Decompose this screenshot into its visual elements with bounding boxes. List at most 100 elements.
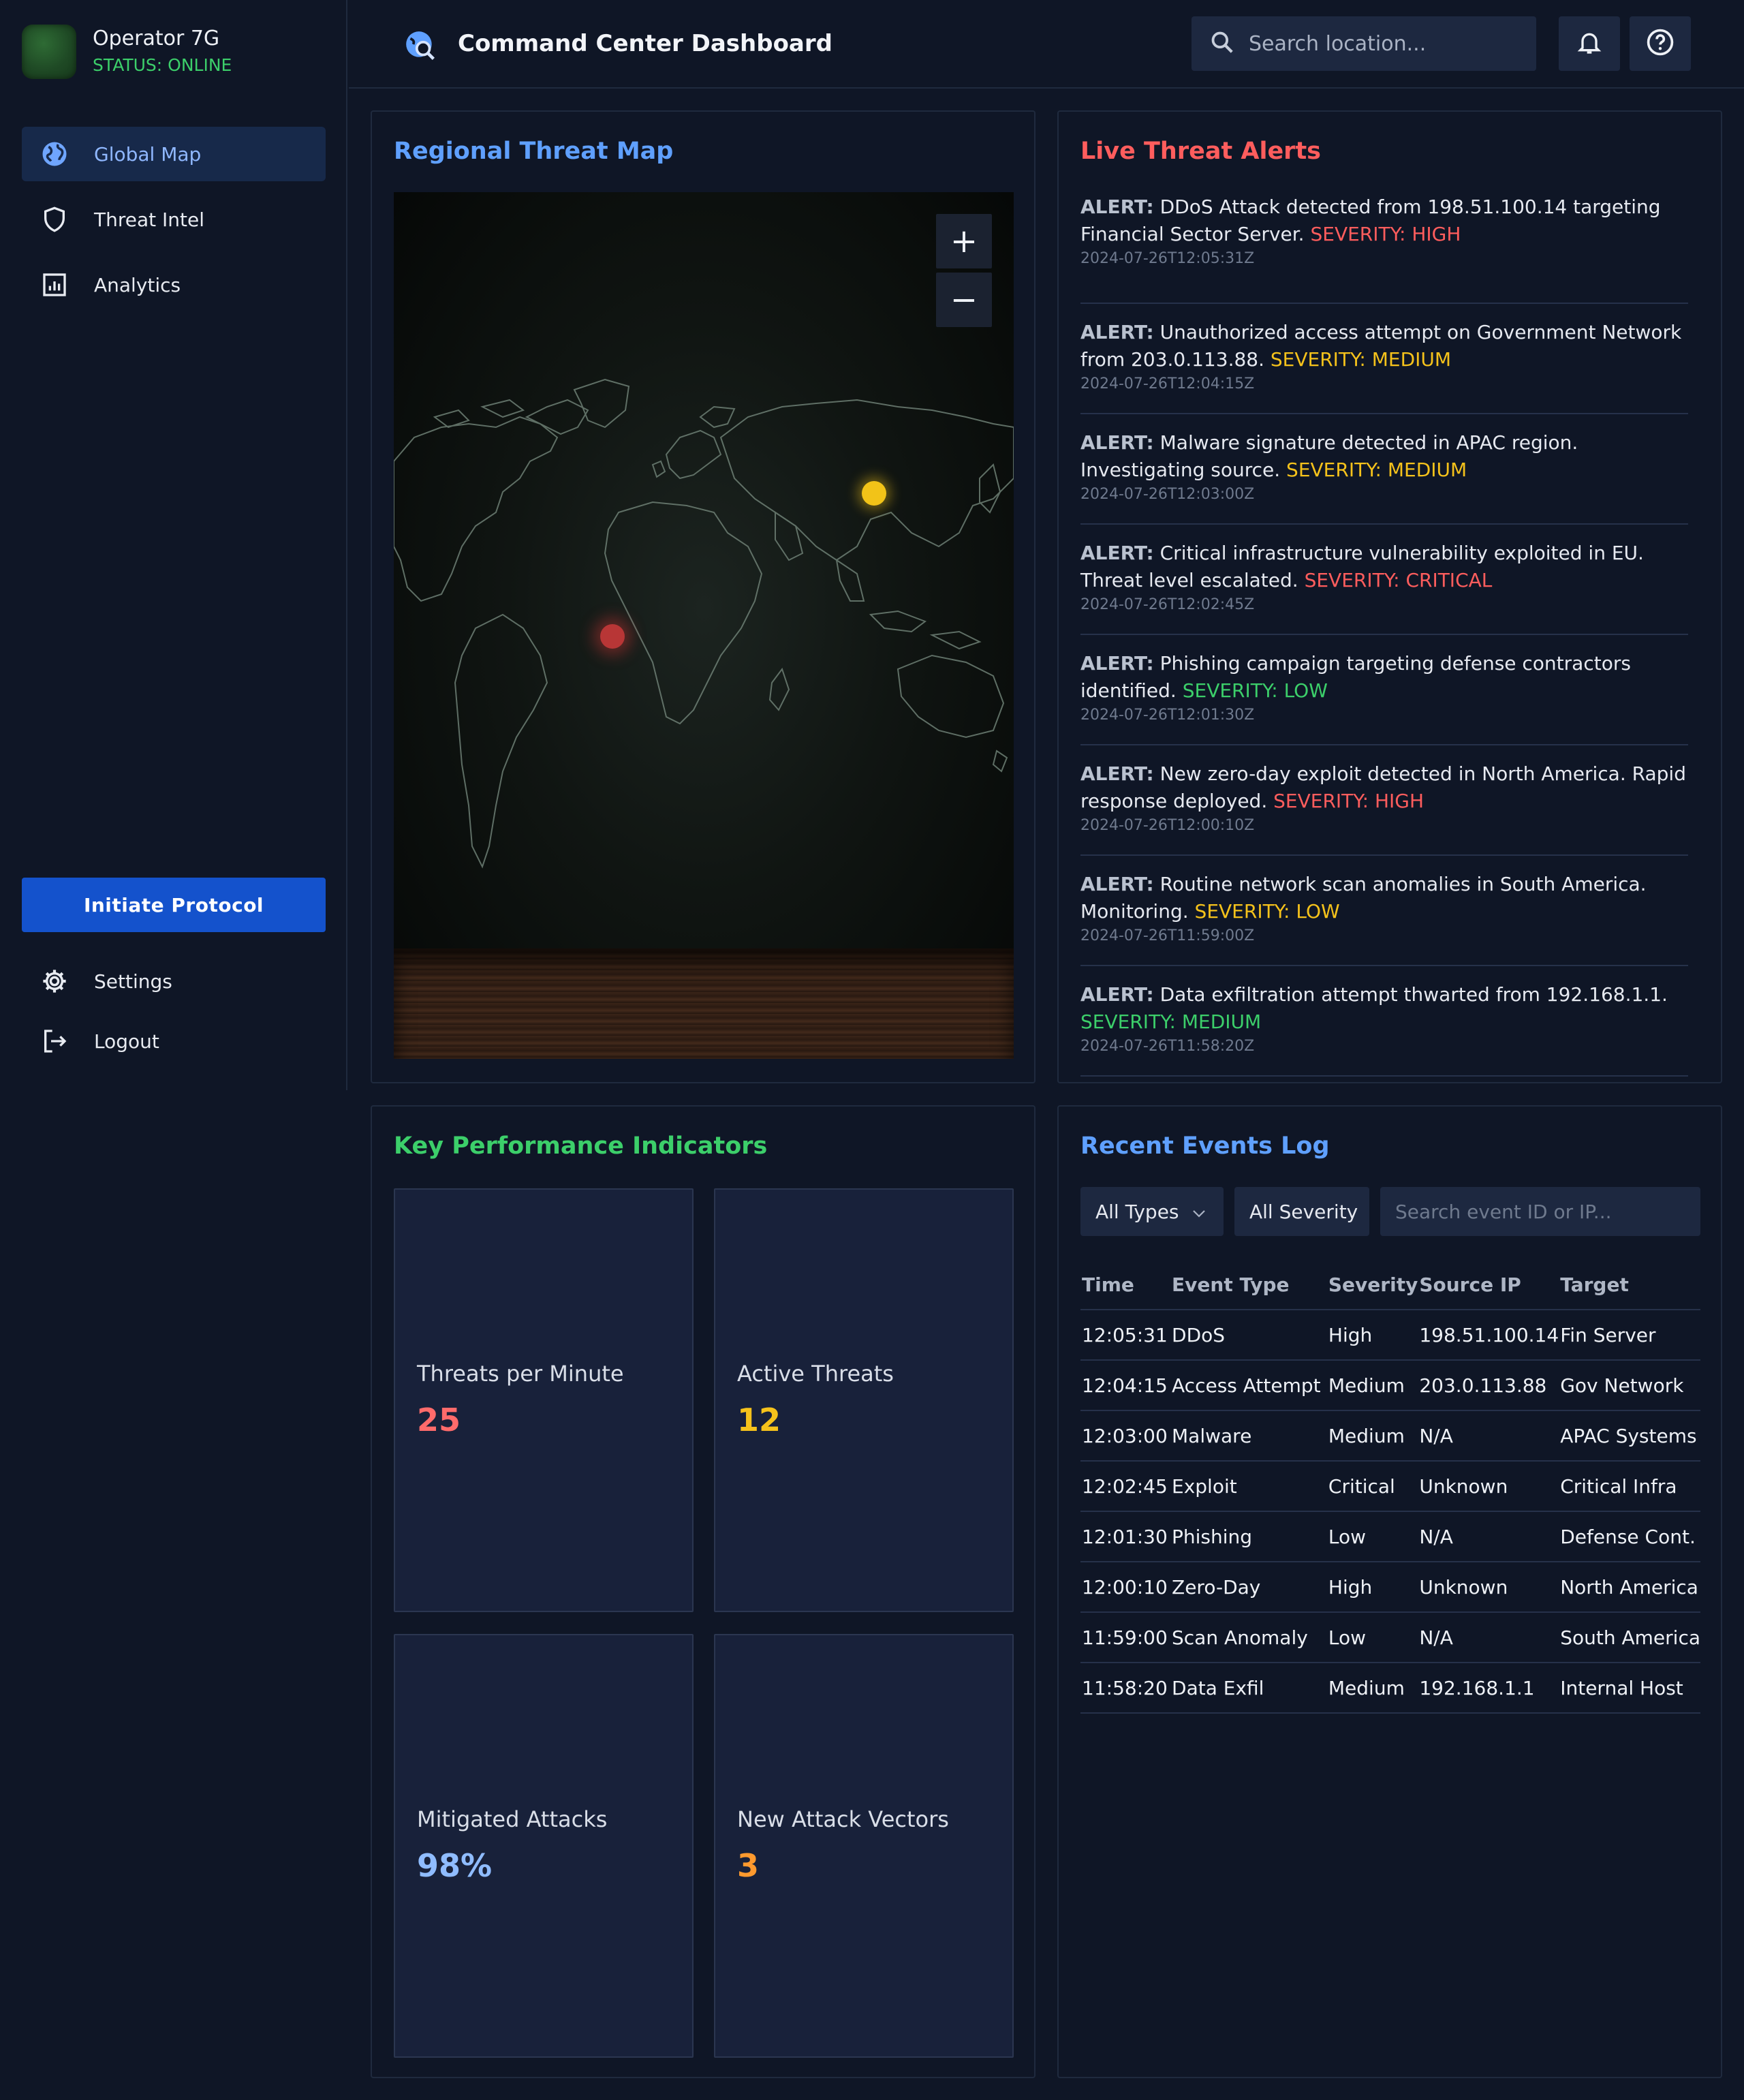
alert-text: Phishing campaign targeting defense cont… (1080, 652, 1631, 702)
alert-item[interactable]: ALERT: DDoS Attack detected from 198.51.… (1080, 194, 1688, 304)
alert-text: Data exfiltration attempt thwarted from … (1159, 983, 1668, 1006)
event-search-input[interactable] (1395, 1200, 1687, 1223)
cell-severity: Medium (1326, 1663, 1418, 1714)
sidebar-item-label: Settings (94, 970, 172, 993)
cell-target: Internal Host (1559, 1663, 1700, 1714)
alert-item[interactable]: ALERT: New zero-day exploit detected in … (1080, 745, 1688, 856)
kpi-card-active-threats[interactable]: Active Threats 12 (714, 1188, 1014, 1612)
sidebar-item-label: Threat Intel (94, 208, 204, 231)
cell-source: N/A (1418, 1612, 1559, 1663)
column-header-event-type[interactable]: Event Type (1170, 1261, 1327, 1310)
kpi-card-new-attack-vectors[interactable]: New Attack Vectors 3 (714, 1634, 1014, 2058)
cell-source: 198.51.100.14 (1418, 1310, 1559, 1361)
alert-item[interactable]: ALERT: Unauthorized access attempt on Go… (1080, 304, 1688, 414)
alert-severity: SEVERITY: HIGH (1310, 223, 1461, 245)
table-row[interactable]: 12:04:15 Access Attempt Medium 203.0.113… (1080, 1360, 1700, 1411)
table-row[interactable]: 12:00:10 Zero-Day High Unknown North Ame… (1080, 1562, 1700, 1613)
world-map[interactable]: + − (394, 192, 1014, 1059)
column-header-source-ip[interactable]: Source IP (1418, 1261, 1559, 1310)
type-filter-select[interactable]: All Types (1080, 1187, 1224, 1236)
cell-type: Phishing (1170, 1511, 1327, 1562)
cell-target: Gov Network (1559, 1360, 1700, 1411)
help-icon (1645, 27, 1675, 60)
sidebar-item-global-map[interactable]: Global Map (22, 127, 326, 181)
alert-prefix: ALERT: (1080, 196, 1154, 218)
alert-item[interactable]: ALERT: Critical infrastructure vulnerabi… (1080, 525, 1688, 635)
top-header: Command Center Dashboard (349, 0, 1744, 89)
cell-time: 12:05:31 (1080, 1310, 1171, 1361)
alert-timestamp: 2024-07-26T11:58:20Z (1080, 1038, 1255, 1055)
sidebar-item-analytics[interactable]: Analytics (22, 258, 326, 312)
zoom-in-button[interactable]: + (936, 214, 992, 268)
panel-title: Key Performance Indicators (394, 1132, 768, 1160)
location-search[interactable] (1192, 16, 1536, 71)
alert-item[interactable]: ALERT: Phishing campaign targeting defen… (1080, 635, 1688, 745)
alert-timestamp: 2024-07-26T11:59:00Z (1080, 927, 1255, 944)
initiate-protocol-button[interactable]: Initiate Protocol (22, 878, 326, 932)
column-header-target[interactable]: Target (1559, 1261, 1700, 1310)
cell-target: Critical Infra (1559, 1461, 1700, 1512)
cell-target: Defense Cont. (1559, 1511, 1700, 1562)
filter-label: All Severity (1249, 1200, 1358, 1223)
sidebar-item-settings[interactable]: Settings (22, 954, 326, 1008)
kpi-card-mitigated-attacks[interactable]: Mitigated Attacks 98% (394, 1634, 694, 2058)
panel-title: Regional Threat Map (394, 138, 674, 165)
cell-source: Unknown (1418, 1461, 1559, 1512)
shield-icon (40, 204, 69, 234)
table-row[interactable]: 11:58:20 Data Exfil Medium 192.168.1.1 I… (1080, 1663, 1700, 1714)
table-row[interactable]: 12:05:31 DDoS High 198.51.100.14 Fin Ser… (1080, 1310, 1700, 1361)
cell-source: 192.168.1.1 (1418, 1663, 1559, 1714)
panel-title: Live Threat Alerts (1080, 138, 1322, 165)
cell-type: Scan Anomaly (1170, 1612, 1327, 1663)
cell-severity: High (1326, 1310, 1418, 1361)
events-log-panel: Recent Events Log All Types All Severity… (1057, 1105, 1722, 2078)
table-row[interactable]: 12:01:30 Phishing Low N/A Defense Cont. (1080, 1511, 1700, 1562)
search-input[interactable] (1249, 31, 1535, 56)
cell-time: 12:04:15 (1080, 1360, 1171, 1411)
column-header-time[interactable]: Time (1080, 1261, 1171, 1310)
kpi-card-threats-per-minute[interactable]: Threats per Minute 25 (394, 1188, 694, 1612)
cell-severity: Low (1326, 1612, 1418, 1663)
event-search-field[interactable] (1380, 1187, 1700, 1236)
threat-map-panel: Regional Threat Map + − (371, 110, 1036, 1083)
page-title: Command Center Dashboard (458, 30, 832, 57)
alert-item[interactable]: ALERT: Routine network scan anomalies in… (1080, 856, 1688, 966)
alert-severity: SEVERITY: LOW (1194, 900, 1340, 923)
table-row[interactable]: 12:02:45 Exploit Critical Unknown Critic… (1080, 1461, 1700, 1512)
cell-time: 12:01:30 (1080, 1511, 1171, 1562)
severity-filter-select[interactable]: All Severity (1234, 1187, 1369, 1236)
cell-severity: Critical (1326, 1461, 1418, 1512)
table-row[interactable]: 11:59:00 Scan Anomaly Low N/A South Amer… (1080, 1612, 1700, 1663)
cell-target: South America (1559, 1612, 1700, 1663)
operator-profile: Operator 7G STATUS: ONLINE (22, 25, 232, 79)
kpi-panel: Key Performance Indicators Threats per M… (371, 1105, 1036, 2078)
alert-severity: SEVERITY: HIGH (1273, 790, 1424, 812)
zoom-out-button[interactable]: − (936, 273, 992, 327)
alert-prefix: ALERT: (1080, 652, 1154, 675)
logout-icon (40, 1026, 69, 1056)
alert-prefix: ALERT: (1080, 542, 1154, 564)
kpi-label: Mitigated Attacks (417, 1806, 608, 1832)
filter-label: All Types (1095, 1200, 1179, 1223)
column-header-severity[interactable]: Severity (1326, 1261, 1418, 1310)
alert-timestamp: 2024-07-26T12:02:45Z (1080, 596, 1255, 613)
threat-marker-yellow[interactable] (862, 481, 886, 506)
sidebar-item-logout[interactable]: Logout (22, 1014, 326, 1068)
help-button[interactable] (1630, 16, 1691, 71)
notifications-button[interactable] (1559, 16, 1620, 71)
threat-marker-red[interactable] (600, 624, 625, 649)
alert-timestamp: 2024-07-26T12:01:30Z (1080, 707, 1255, 724)
alert-prefix: ALERT: (1080, 431, 1154, 454)
cell-type: Data Exfil (1170, 1663, 1327, 1714)
sidebar-item-threat-intel[interactable]: Threat Intel (22, 192, 326, 247)
kpi-label: Active Threats (737, 1361, 894, 1387)
alert-item[interactable]: ALERT: Data exfiltration attempt thwarte… (1080, 966, 1688, 1077)
cell-source: 203.0.113.88 (1418, 1360, 1559, 1411)
cell-source: N/A (1418, 1410, 1559, 1462)
alert-prefix: ALERT: (1080, 762, 1154, 785)
alert-severity: SEVERITY: LOW (1182, 679, 1328, 702)
alert-item[interactable]: ALERT: Malware signature detected in APA… (1080, 414, 1688, 525)
table-row[interactable]: 12:03:00 Malware Medium N/A APAC Systems (1080, 1410, 1700, 1462)
sidebar-item-label: Analytics (94, 273, 181, 296)
cell-time: 12:00:10 (1080, 1562, 1171, 1613)
